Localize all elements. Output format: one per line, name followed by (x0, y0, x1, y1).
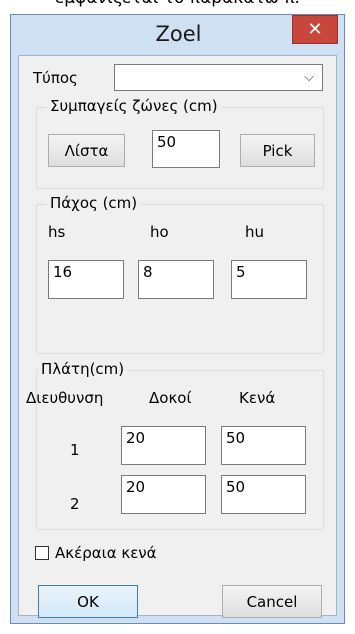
beams-header: Δοκοί (149, 389, 192, 407)
hs-label: hs (48, 223, 66, 241)
dialog-client-area: Τύπος ⌵ Συμπαγείς ζώνες (cm) Λίστα 50 Pi… (18, 55, 337, 618)
row-2-beams-input[interactable]: 20 (121, 475, 206, 514)
gaps-header: Κενά (239, 389, 276, 407)
hs-input[interactable]: 16 (48, 260, 124, 299)
direction-header: Διευθυνση (26, 389, 104, 407)
dialog-window: Zoel ✕ Τύπος ⌵ Συμπαγείς ζώνες (cm) Λίστ… (10, 14, 345, 624)
row-2-gaps-input[interactable]: 50 (221, 475, 306, 514)
thickness-group: Πάχος (cm) hs ho hu 16 8 5 (36, 194, 324, 354)
row-1-beams-input[interactable]: 20 (121, 426, 206, 465)
type-select[interactable]: ⌵ (114, 64, 323, 91)
list-button[interactable]: Λίστα (48, 134, 125, 167)
widths-group: Πλάτη(cm) Διευθυνση Δοκοί Κενά 1 20 50 2… (26, 360, 324, 530)
cancel-button[interactable]: Cancel (222, 585, 322, 618)
solid-zones-input[interactable]: 50 (152, 130, 220, 168)
hu-label: hu (245, 223, 265, 241)
ho-input[interactable]: 8 (138, 260, 214, 299)
solid-zones-group: Συμπαγείς ζώνες (cm) Λίστα 50 Pick (36, 97, 324, 189)
thickness-title: Πάχος (cm) (47, 194, 141, 212)
ho-label: ho (150, 223, 169, 241)
row-1-direction: 1 (70, 441, 80, 459)
top-caption-text: εμφανιζεται το παρακάτω π. (0, 0, 355, 10)
hu-input[interactable]: 5 (231, 260, 307, 299)
row-2-direction: 2 (70, 495, 80, 513)
ok-button[interactable]: OK (38, 585, 138, 618)
widths-title: Πλάτη(cm) (38, 360, 128, 378)
close-button[interactable]: ✕ (292, 15, 338, 44)
type-label: Τύπος (33, 69, 78, 87)
integer-gaps-label: Ακέραια κενά (55, 544, 157, 562)
close-icon: ✕ (307, 19, 323, 40)
integer-gaps-checkbox[interactable] (35, 546, 49, 560)
solid-zones-title: Συμπαγείς ζώνες (cm) (47, 97, 221, 115)
chevron-down-icon: ⌵ (304, 70, 314, 85)
row-1-gaps-input[interactable]: 50 (221, 426, 306, 465)
pick-button[interactable]: Pick (240, 134, 315, 167)
